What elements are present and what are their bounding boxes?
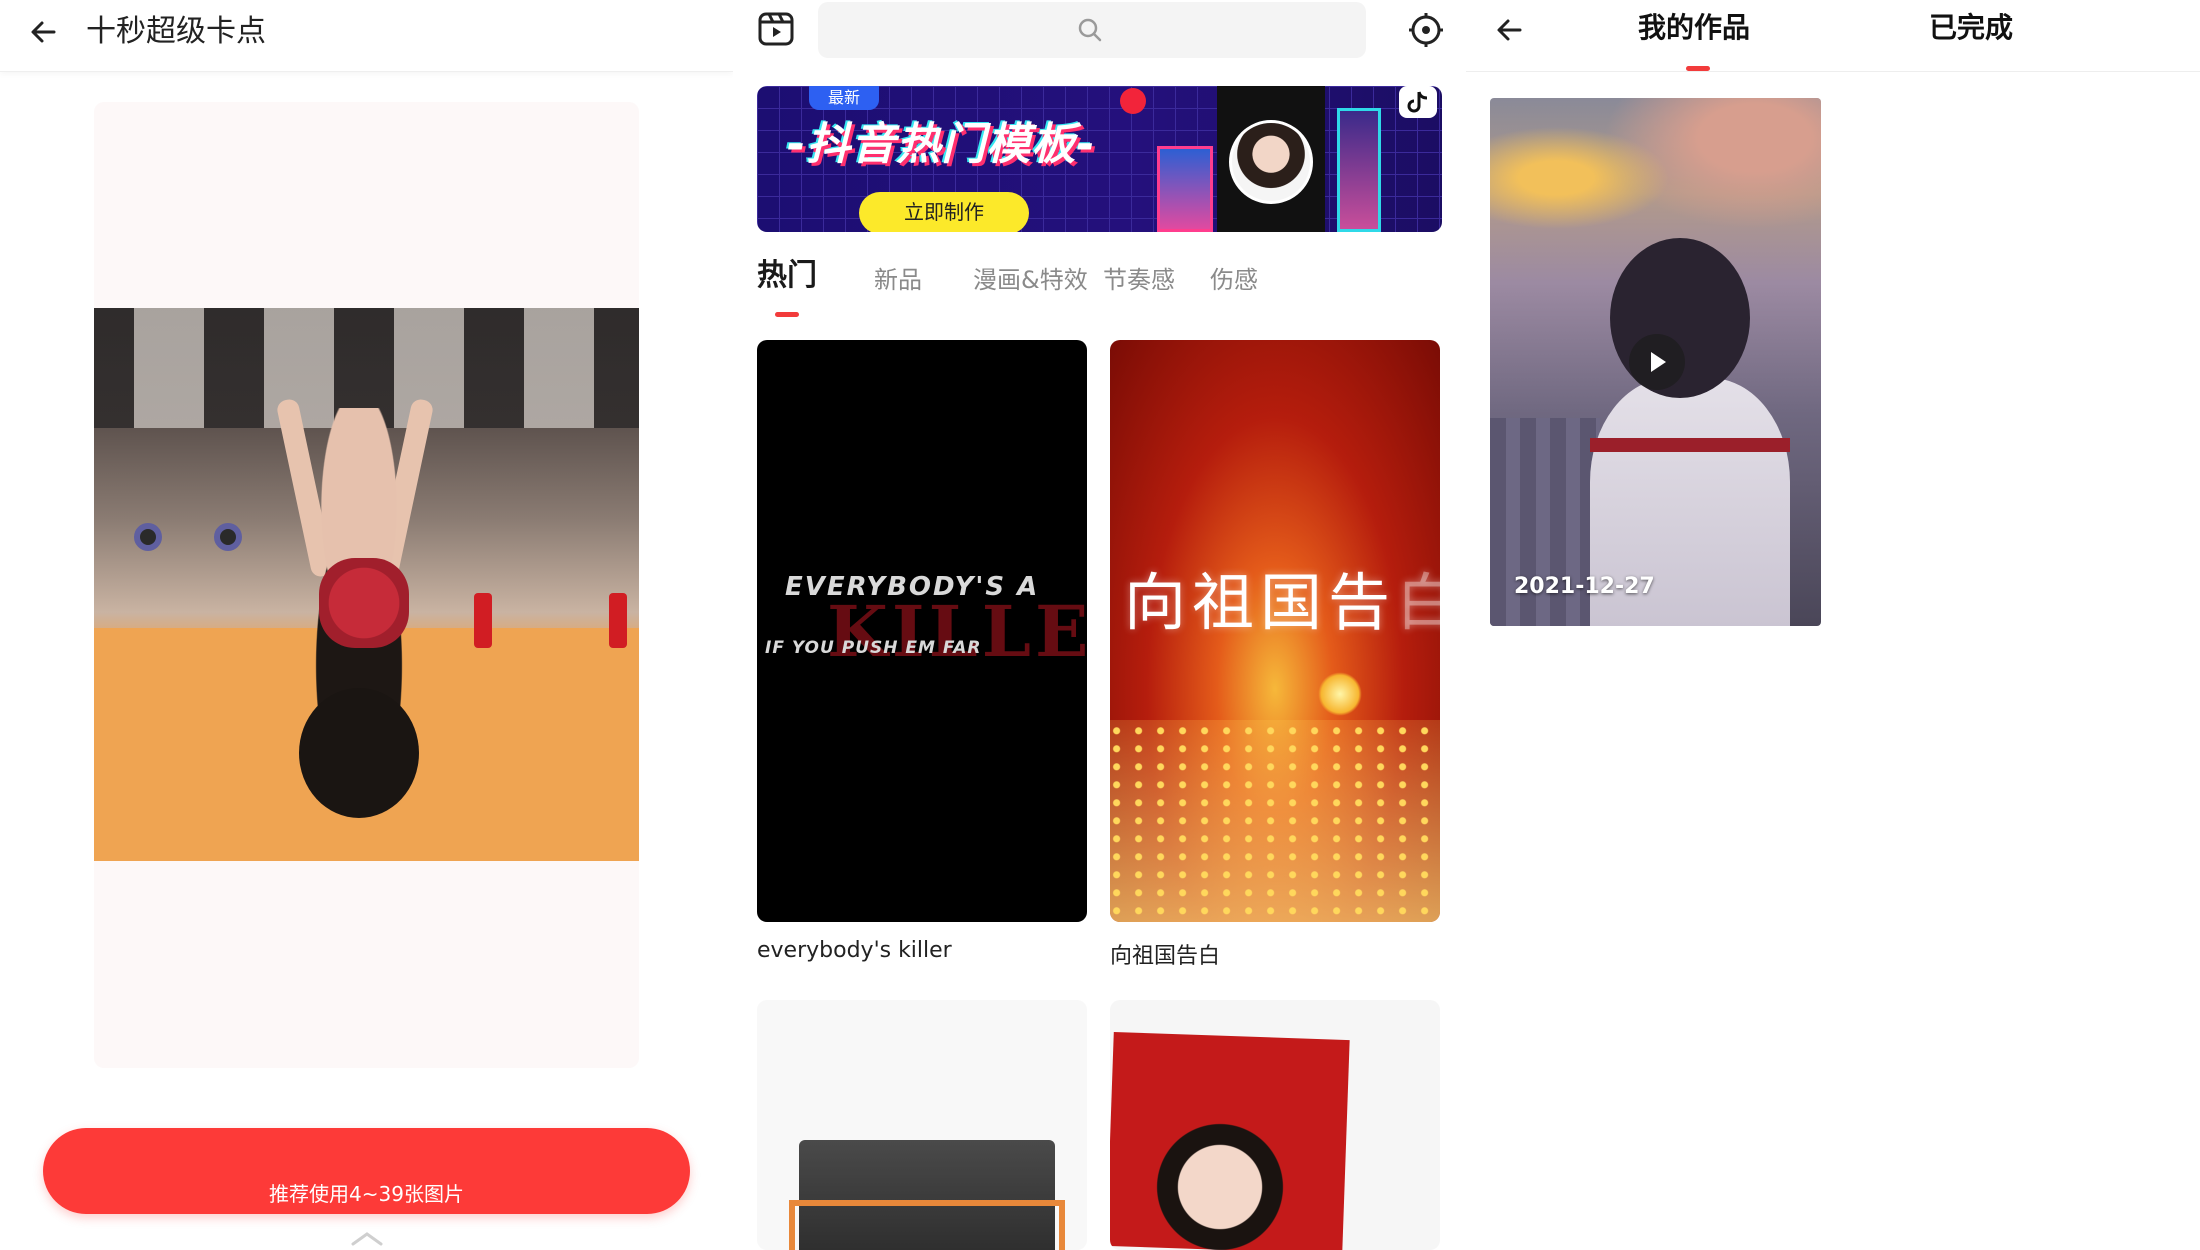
header: 我的作品 已完成: [1466, 0, 2200, 72]
top-bar: [733, 0, 1466, 72]
header: 十秒超级卡点: [0, 0, 733, 72]
template-card[interactable]: KILLER EVERYBODY'S A IF YOU PUSH EM FAR: [757, 340, 1087, 922]
banner-photo-right: [1337, 108, 1381, 232]
card-overlay-line1: EVERYBODY'S A: [785, 572, 1040, 602]
banner-title: -抖音热门模板-: [787, 119, 1096, 170]
arrow-left-icon[interactable]: [1490, 10, 1530, 50]
tab-sad[interactable]: 伤感: [1210, 262, 1258, 298]
template-preview[interactable]: [94, 102, 639, 1068]
template-name[interactable]: everybody's killer: [757, 938, 952, 963]
active-tab-indicator: [775, 312, 799, 317]
card-overlay-line2: IF YOU PUSH EM FAR: [765, 638, 982, 658]
template-card[interactable]: 向祖国告白: [1110, 340, 1440, 922]
search-icon: [1078, 18, 1102, 42]
work-card[interactable]: 2021-12-27: [1490, 98, 1821, 626]
category-tabs: 热门 新品 漫画&特效 节奏感 伤感: [757, 258, 1457, 318]
use-template-button[interactable]: 推荐使用4~39张图片: [43, 1128, 690, 1214]
preview-photo: [94, 308, 639, 861]
template-library-panel: 最新 -抖音热门模板- 立即制作 热门 新品 漫画&特效 节奏感 伤感 KILL…: [733, 0, 1466, 1250]
banner-avatar: [1229, 120, 1313, 204]
active-tab-indicator: [1686, 66, 1710, 71]
page-title: 十秒超级卡点: [86, 14, 266, 49]
decorative-dot: [1120, 88, 1146, 114]
new-badge: 最新: [809, 86, 879, 110]
template-card[interactable]: [757, 1000, 1087, 1250]
chevron-up-icon[interactable]: [349, 1228, 385, 1248]
template-name[interactable]: 向祖国告白: [1110, 938, 1220, 970]
tab-my-works[interactable]: 我的作品: [1638, 8, 1750, 48]
video-template-icon[interactable]: [757, 10, 795, 48]
make-now-button[interactable]: 立即制作: [859, 192, 1029, 232]
tab-hot[interactable]: 热门: [757, 258, 817, 294]
card-overlay-killer: KILLER: [827, 590, 1087, 673]
search-input[interactable]: [818, 2, 1366, 58]
tab-rhythm[interactable]: 节奏感: [1103, 262, 1175, 298]
tab-comic-effects[interactable]: 漫画&特效: [973, 262, 1088, 298]
card-overlay-text: 向祖国告白: [1124, 566, 1440, 639]
banner-photo-left: [1157, 146, 1213, 232]
template-detail-panel: 十秒超级卡点 推荐使用4~39张图片: [0, 0, 733, 1250]
play-icon[interactable]: [1629, 334, 1685, 390]
promo-banner[interactable]: 最新 -抖音热门模板- 立即制作: [757, 86, 1442, 232]
my-works-panel: 我的作品 已完成 2021-12-27: [1466, 0, 2200, 1250]
template-card[interactable]: [1110, 1000, 1440, 1250]
tab-new[interactable]: 新品: [874, 262, 922, 298]
work-date: 2021-12-27: [1514, 574, 1655, 599]
arrow-left-icon[interactable]: [24, 12, 64, 52]
tiktok-logo-icon: [1399, 86, 1437, 118]
settings-icon[interactable]: [1406, 10, 1446, 50]
tab-completed[interactable]: 已完成: [1929, 8, 2013, 48]
